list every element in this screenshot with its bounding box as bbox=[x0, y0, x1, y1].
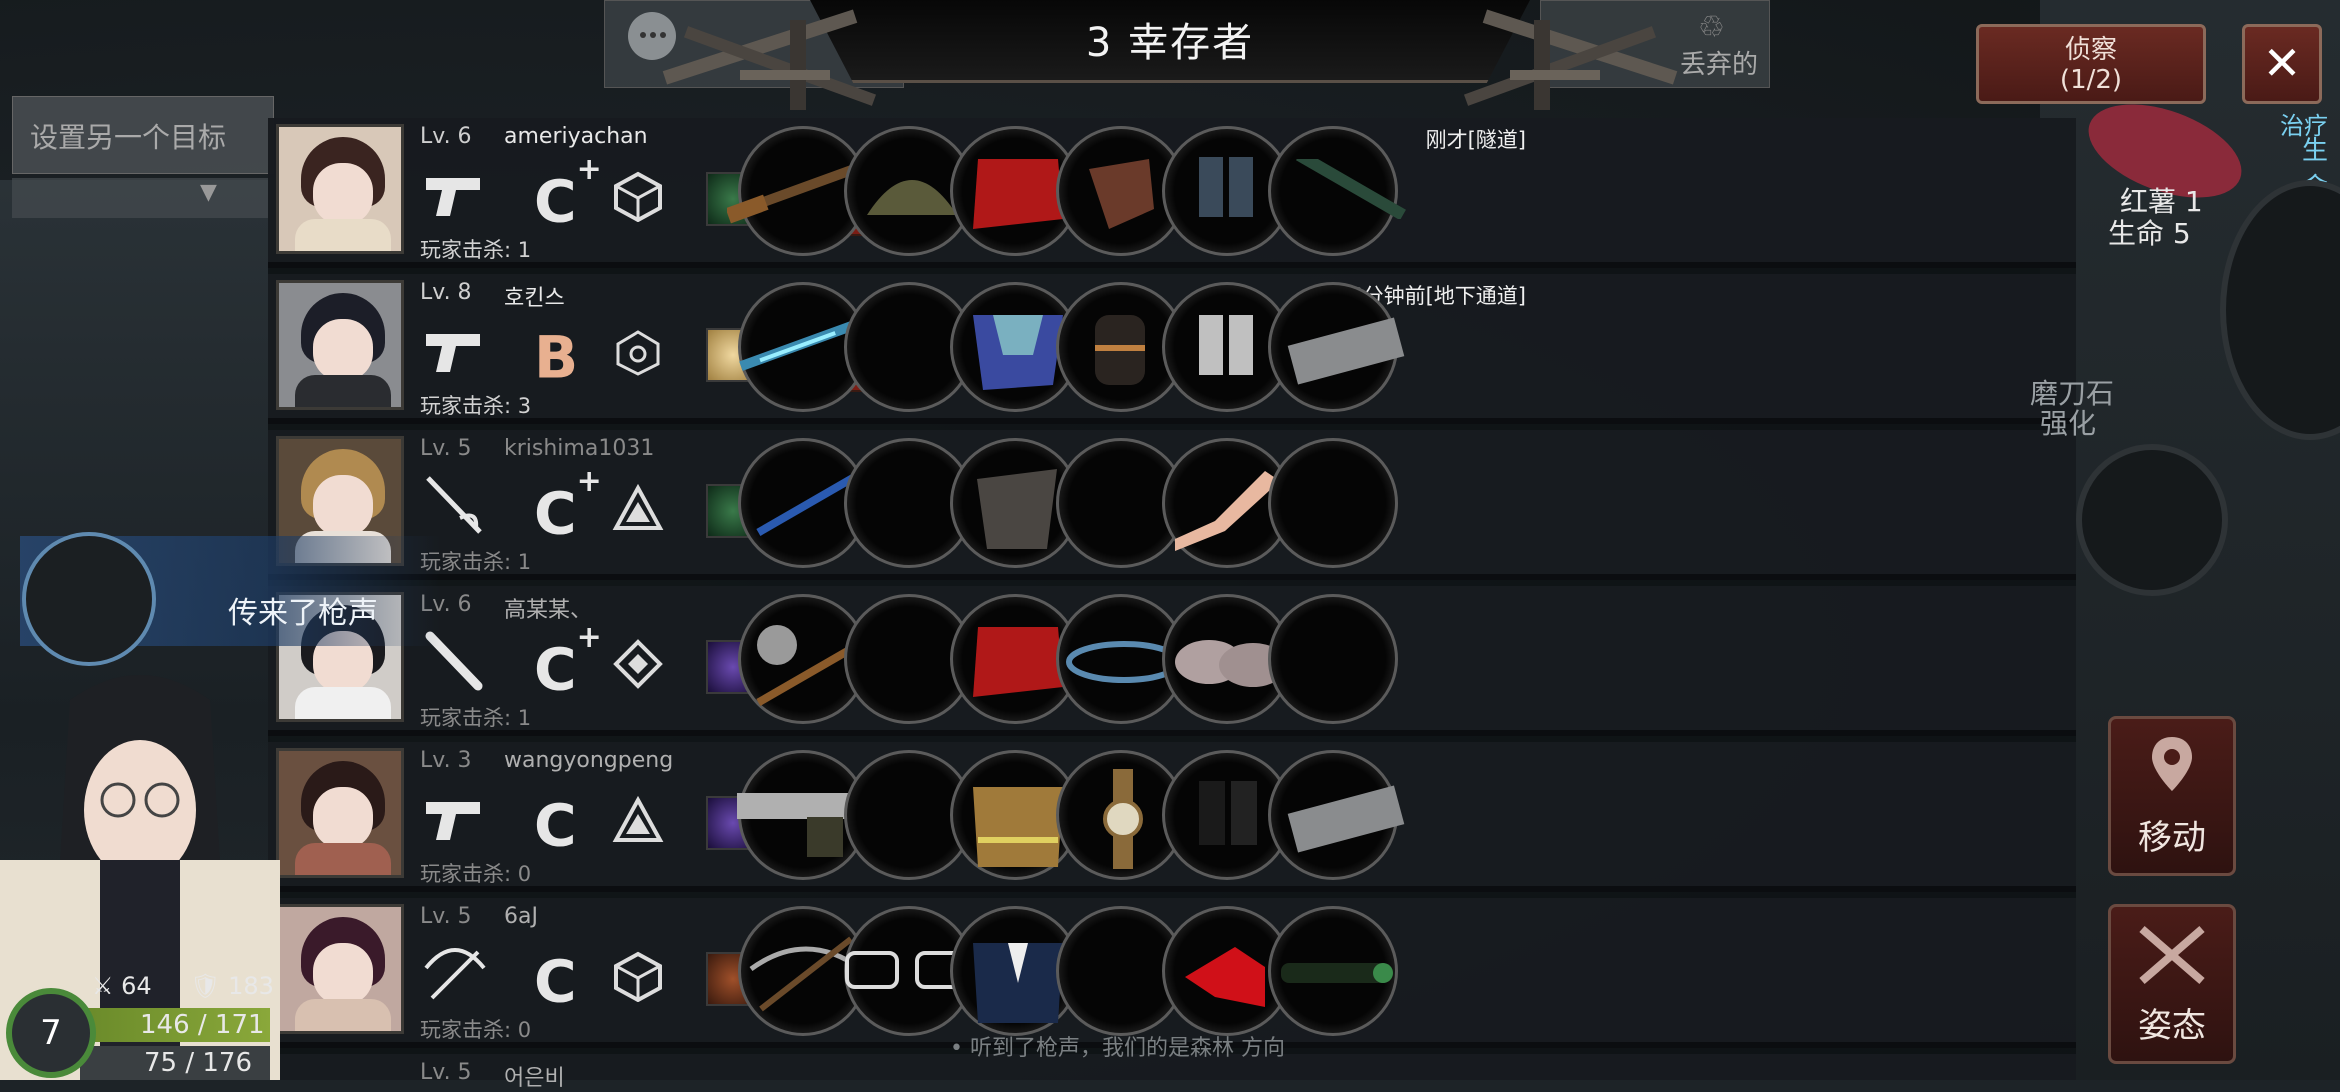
survivor-name: krishima1031 bbox=[504, 436, 655, 461]
watch-icon bbox=[1103, 769, 1143, 869]
bullets-icon bbox=[1287, 785, 1405, 853]
item-slot[interactable] bbox=[1268, 750, 1405, 880]
scout-label: 侦察 bbox=[2064, 35, 2117, 65]
stance-button[interactable]: 姿态 bbox=[2108, 904, 2236, 1064]
kill-count: 玩家击杀: 1 bbox=[420, 238, 532, 262]
hex-skill-icon bbox=[616, 330, 660, 376]
player-level-badge: 7 bbox=[6, 988, 96, 1078]
bullets-icon bbox=[1287, 317, 1405, 385]
item-slot[interactable] bbox=[1268, 126, 1406, 256]
scout-button[interactable]: 侦察 (1/2) bbox=[1976, 24, 2206, 104]
avatar bbox=[276, 280, 404, 410]
survivor-row[interactable]: Lv. 3 wangyongpeng C 玩家击杀: 0 bbox=[268, 742, 2076, 892]
item-slot[interactable] bbox=[1268, 906, 1398, 1036]
kill-count: 玩家击杀: 3 bbox=[420, 394, 532, 418]
survivor-level: Lv. 6 bbox=[420, 124, 472, 149]
item-slot[interactable] bbox=[1268, 438, 1398, 568]
grade-badge: C bbox=[534, 947, 577, 1016]
grade-badge: C bbox=[534, 791, 577, 860]
leg-armor-icon bbox=[1199, 315, 1253, 375]
boots-icon bbox=[1199, 157, 1253, 217]
stance-label: 姿态 bbox=[2138, 1006, 2206, 1046]
map-pin-icon bbox=[2152, 737, 2192, 791]
triangle-skill-icon bbox=[612, 795, 664, 842]
crossbow-icon bbox=[424, 948, 486, 1000]
grade-badge: C+ bbox=[534, 620, 602, 704]
gauntlet-icon bbox=[1095, 315, 1145, 385]
cube-skill-icon bbox=[614, 171, 662, 222]
survivor-row[interactable]: Lv. 6 高某某、 C+ 玩家击杀: 1 bbox=[268, 586, 2076, 736]
move-label: 移动 bbox=[2138, 818, 2206, 858]
chevron-down-icon[interactable]: ▼ bbox=[200, 180, 217, 205]
quick-slot[interactable] bbox=[2076, 444, 2228, 596]
item-slot[interactable] bbox=[1268, 282, 1405, 412]
attack-stat: ⚔ 64 bbox=[92, 972, 152, 1000]
cube-skill-icon bbox=[614, 951, 662, 1002]
move-button[interactable]: 移动 bbox=[2108, 716, 2236, 876]
grade-badge: C+ bbox=[534, 464, 602, 548]
shield-icon bbox=[1089, 159, 1154, 229]
sp-value: 75 / 176 bbox=[144, 1048, 252, 1078]
target-dropdown[interactable] bbox=[12, 178, 274, 218]
crossed-swords-icon bbox=[2139, 925, 2205, 985]
survivor-row[interactable]: Lv. 5 6aJ C 玩家击杀: 0 bbox=[268, 898, 2076, 1048]
defense-stat: 🛡 183 bbox=[190, 972, 274, 1000]
survivor-row[interactable]: Lv. 5 krishima1031 C+ 玩家击杀: 1 bbox=[268, 430, 2076, 580]
kill-count: 玩家击杀: 1 bbox=[420, 706, 532, 730]
diamond-skill-icon bbox=[613, 639, 663, 689]
survivor-level: Lv. 8 bbox=[420, 280, 472, 305]
pistol-icon bbox=[426, 334, 480, 372]
item-slot[interactable] bbox=[1268, 594, 1398, 724]
avatar bbox=[276, 748, 404, 878]
survivor-row[interactable]: Lv. 6 ameriyachan 刚才[隧道] C+ 📢 玩家击杀: 1 bbox=[268, 118, 2076, 268]
survivor-level: Lv. 5 bbox=[420, 1060, 472, 1085]
target-placeholder: 设置另一个目标 bbox=[30, 121, 227, 154]
survivor-row[interactable]: Lv. 8 호킨스 6分钟前[地下通道] B 📢 玩家击杀: 3 bbox=[268, 274, 2076, 424]
survivor-level: Lv. 3 bbox=[420, 748, 472, 773]
boots-icon bbox=[1199, 781, 1257, 845]
triangle-skill-icon bbox=[612, 483, 664, 530]
grade-badge: B bbox=[534, 323, 579, 392]
survivor-level: Lv. 5 bbox=[420, 904, 472, 929]
survivor-name: 어은비 bbox=[504, 1066, 565, 1091]
rapier-icon bbox=[426, 476, 482, 534]
gunshot-minimap-icon bbox=[22, 532, 156, 666]
survivor-name: 6aJ bbox=[504, 904, 538, 929]
survivor-name: wangyongpeng bbox=[504, 748, 674, 773]
gunshot-notice-text: 传来了枪声 bbox=[228, 596, 378, 631]
enhance-label: 强化 bbox=[2040, 407, 2097, 440]
baton-icon bbox=[1296, 159, 1406, 219]
scope-icon bbox=[1281, 963, 1393, 983]
close-button[interactable]: ✕ bbox=[2242, 24, 2322, 104]
recycle-icon: ♲ bbox=[1698, 10, 1725, 45]
hp-value: 146 / 171 bbox=[140, 1010, 265, 1040]
pistol-icon bbox=[426, 178, 480, 216]
avatar bbox=[276, 124, 404, 254]
survivor-level: Lv. 5 bbox=[420, 436, 472, 461]
avatar bbox=[276, 904, 404, 1034]
jacket-icon bbox=[977, 469, 1057, 549]
item-life-label: 生命 5 bbox=[2108, 217, 2191, 250]
kill-count: 玩家击杀: 0 bbox=[420, 1018, 532, 1042]
last-seen: 刚才[隧道] bbox=[1425, 128, 1526, 152]
kill-count: 玩家击杀: 0 bbox=[420, 862, 532, 886]
page-title: 3 幸存者 bbox=[1085, 20, 1255, 66]
pistol-icon bbox=[426, 802, 480, 840]
survivor-name: 호킨스 bbox=[504, 286, 565, 311]
event-log: • 听到了枪声，我们的是森林 方向 bbox=[950, 1036, 1285, 1061]
survivor-name: ameriyachan bbox=[504, 124, 648, 149]
scout-count: (1/2) bbox=[2059, 65, 2123, 95]
grade-badge: C+ bbox=[534, 152, 602, 236]
